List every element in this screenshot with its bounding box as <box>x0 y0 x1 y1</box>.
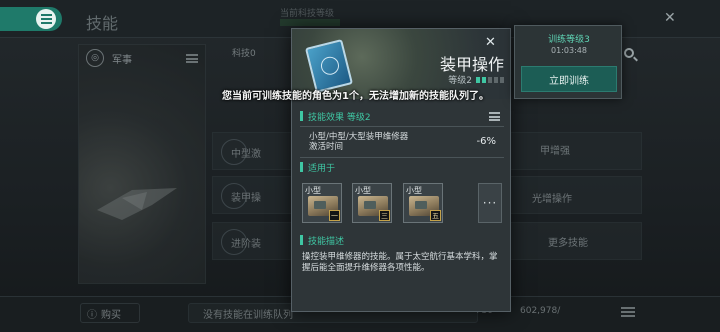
hamburger-icon <box>36 9 56 29</box>
queue-full-notice: 您当前可训练技能的角色为1个，无法增加新的技能队列了。 <box>222 91 489 102</box>
military-icon: ◎ <box>86 49 104 67</box>
effect-name-line1: 小型/中型/大型装甲维修器 <box>309 132 409 142</box>
effect-name: 小型/中型/大型装甲维修器 激活时间 <box>309 132 449 152</box>
category-label: 军事 <box>112 54 132 66</box>
skill-description: 操控装甲维修器的技能。属于太空航行基本学科，掌握后能全面提升维修器各项性能。 <box>302 252 498 273</box>
menu-button[interactable] <box>0 7 62 31</box>
category-menu-icon[interactable] <box>186 54 198 63</box>
skill-item-label: 更多技能 <box>548 238 588 249</box>
module-slot[interactable]: 小型 一 <box>302 183 342 223</box>
skill-row-label: 装甲操 <box>231 193 261 204</box>
effect-header-label: 技能效果 等级2 <box>308 112 371 123</box>
close-icon[interactable]: ✕ <box>664 10 676 26</box>
ship-image <box>97 188 177 220</box>
module-grade: 一 <box>329 210 340 221</box>
train-popup: 训练等级3 01:03:48 立即训练 <box>514 25 622 99</box>
buy-button[interactable]: ⓘ 购买 <box>80 303 140 323</box>
skill-level-label: 等级2 <box>448 76 472 86</box>
effect-section-header: 技能效果 等级2 <box>300 109 371 123</box>
skill-tab[interactable]: 科技0 <box>232 46 256 59</box>
module-slot[interactable]: 小型 五 <box>403 183 443 223</box>
level-bars <box>476 76 504 83</box>
close-icon[interactable]: ✕ <box>485 35 496 50</box>
buy-label: 购买 <box>101 309 121 321</box>
applies-section-header: 适用于 <box>300 160 335 174</box>
level-bar <box>494 76 498 83</box>
category-panel <box>78 44 206 284</box>
level-bar <box>482 76 486 83</box>
module-slot[interactable]: 小型 三 <box>352 183 392 223</box>
more-button[interactable]: ··· <box>478 183 502 223</box>
tech-level-bar <box>280 19 340 26</box>
info-icon: ⓘ <box>87 309 97 321</box>
skill-level: 等级2 <box>412 73 504 86</box>
skill-item-label: 甲增强 <box>540 146 570 157</box>
section-marker <box>300 162 303 172</box>
skill-row-label: 进阶装 <box>231 239 261 250</box>
search-icon[interactable] <box>624 48 634 58</box>
module-grade: 五 <box>430 210 441 221</box>
page-title: 技能 <box>86 14 119 33</box>
tech-level-label: 当前科技等级 <box>280 9 335 19</box>
module-size: 小型 <box>305 186 321 195</box>
module-grade: 三 <box>379 210 390 221</box>
skill-item-label: 光增操作 <box>532 194 572 205</box>
train-level-title: 训练等级3 <box>548 35 590 45</box>
desc-header-label: 技能描述 <box>308 236 345 247</box>
list-icon[interactable] <box>489 112 500 121</box>
skill-name: 装甲操作 <box>439 55 504 74</box>
effect-name-line2: 激活时间 <box>309 142 344 152</box>
level-bar <box>476 76 480 83</box>
train-duration: 01:03:48 <box>551 46 587 55</box>
applies-header-label: 适用于 <box>308 163 336 174</box>
section-marker <box>300 235 303 245</box>
description-section-header: 技能描述 <box>300 233 344 247</box>
isk-balance: 602,978/ <box>520 306 561 316</box>
skill-row-label: 中型激 <box>231 149 261 160</box>
level-bar <box>488 76 492 83</box>
module-size: 小型 <box>355 186 371 195</box>
section-marker <box>300 111 303 121</box>
level-bar <box>500 76 504 83</box>
train-now-button[interactable]: 立即训练 <box>521 66 617 92</box>
module-size: 小型 <box>406 186 422 195</box>
list-icon[interactable] <box>620 304 636 320</box>
effect-value: -6% <box>476 136 496 147</box>
